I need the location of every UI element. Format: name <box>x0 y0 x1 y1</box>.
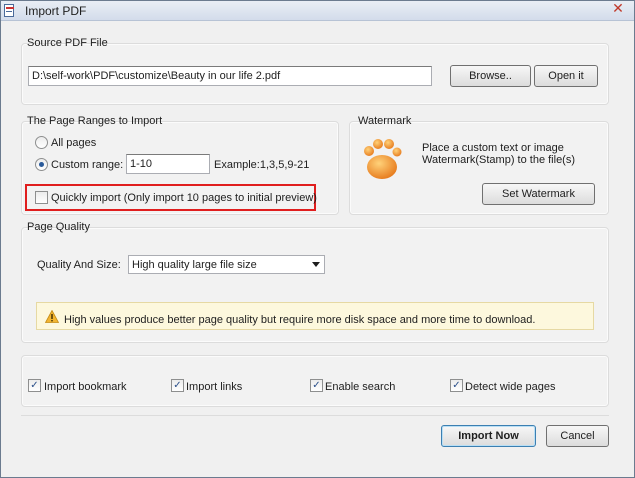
watermark-desc-line2: Watermark(Stamp) to the file(s) <box>422 154 576 166</box>
source-pdf-legend: Source PDF File <box>27 37 108 49</box>
window-title: Import PDF <box>25 4 87 18</box>
stamp-hand-icon <box>361 137 403 184</box>
all-pages-radio[interactable] <box>35 136 48 149</box>
import-pdf-dialog: Import PDF ✕ Source PDF File D:\self-wor… <box>0 0 635 478</box>
cancel-button[interactable]: Cancel <box>546 425 609 447</box>
open-it-button[interactable]: Open it <box>534 65 598 87</box>
all-pages-label[interactable]: All pages <box>51 137 96 149</box>
pdf-path-field[interactable]: D:\self-work\PDF\customize\Beauty in our… <box>28 66 432 86</box>
import-links-label[interactable]: Import links <box>186 381 242 393</box>
warning-icon <box>44 309 60 326</box>
import-now-button[interactable]: Import Now <box>441 425 536 447</box>
chevron-down-icon[interactable] <box>312 262 320 267</box>
quality-notice-text: High values produce better page quality … <box>64 314 536 326</box>
browse-button[interactable]: Browse.. <box>450 65 531 87</box>
enable-search-checkbox[interactable]: ✓ <box>310 379 323 392</box>
import-bookmark-label[interactable]: Import bookmark <box>44 381 127 393</box>
import-bookmark-checkbox[interactable]: ✓ <box>28 379 41 392</box>
custom-range-radio[interactable] <box>35 158 48 171</box>
watermark-desc-line1: Place a custom text or image <box>422 142 564 154</box>
quality-notice: High values produce better page quality … <box>36 302 594 330</box>
close-icon[interactable]: ✕ <box>608 0 628 16</box>
quality-size-label: Quality And Size: <box>37 259 121 271</box>
footer-divider <box>21 415 609 416</box>
title-bar: Import PDF ✕ <box>1 0 634 21</box>
import-links-checkbox[interactable]: ✓ <box>171 379 184 392</box>
quality-select[interactable]: High quality large file size <box>128 255 325 274</box>
custom-range-label[interactable]: Custom range: <box>51 159 123 171</box>
quick-import-label[interactable]: Quickly import (Only import 10 pages to … <box>51 192 317 204</box>
enable-search-label[interactable]: Enable search <box>325 381 395 393</box>
app-icon <box>4 4 16 17</box>
watermark-legend: Watermark <box>358 115 412 127</box>
page-quality-legend: Page Quality <box>27 221 90 233</box>
detect-wide-pages-label[interactable]: Detect wide pages <box>465 381 556 393</box>
quick-import-checkbox[interactable] <box>35 191 48 204</box>
range-example-text: Example:1,3,5,9-21 <box>214 159 310 171</box>
custom-range-input[interactable]: 1-10 <box>126 154 210 174</box>
detect-wide-pages-checkbox[interactable]: ✓ <box>450 379 463 392</box>
quality-select-value: High quality large file size <box>132 259 257 271</box>
set-watermark-button[interactable]: Set Watermark <box>482 183 595 205</box>
page-ranges-legend: The Page Ranges to Import <box>27 115 163 127</box>
